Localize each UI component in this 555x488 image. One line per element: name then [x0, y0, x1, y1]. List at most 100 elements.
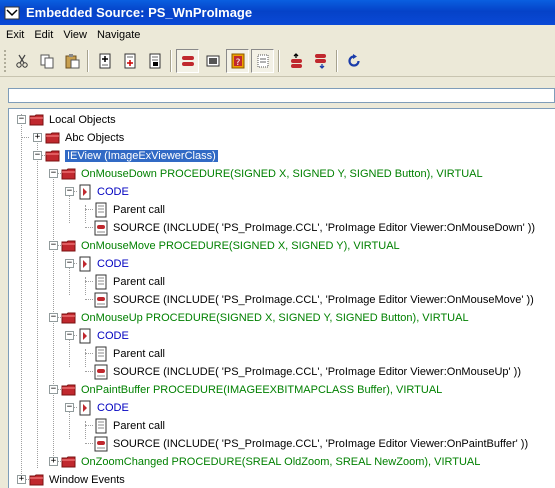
tree-node-on-mouse-move[interactable]: OnMouseMove PROCEDURE(SIGNED X, SIGNED Y… [61, 237, 400, 255]
svg-text:?: ? [235, 58, 240, 68]
tree-node-parent-call[interactable]: Parent call [93, 345, 165, 363]
folder-icon [61, 456, 76, 468]
next-embed-button[interactable] [309, 49, 332, 73]
collapse-toggle[interactable]: − [49, 313, 58, 322]
tree-node-on-mouse-up[interactable]: OnMouseUp PROCEDURE(SIGNED X, SIGNED Y, … [61, 309, 469, 327]
filter-icon [257, 54, 268, 67]
cut-button[interactable] [10, 49, 33, 73]
copy-button[interactable] [35, 49, 58, 73]
code-page-icon [79, 256, 91, 272]
previous-embed-button[interactable] [284, 49, 307, 73]
collapse-toggle[interactable]: − [65, 187, 74, 196]
collapse-toggle[interactable]: − [49, 385, 58, 394]
menu-view[interactable]: View [59, 29, 93, 41]
node-label-selected: IEView (ImageExViewerClass) [65, 150, 218, 162]
title-bar[interactable]: Embedded Source: PS_WnProImage [0, 0, 555, 25]
insert-after-button[interactable] [118, 49, 141, 73]
node-label: SOURCE (INCLUDE( 'PS_ProImage.CCL', 'Pro… [113, 366, 521, 378]
tree-node-source[interactable]: SOURCE (INCLUDE( 'PS_ProImage.CCL', 'Pro… [93, 363, 521, 381]
node-label: Window Events [49, 474, 125, 486]
folder-icon [61, 384, 76, 396]
paste-icon [65, 53, 79, 68]
filter-button[interactable] [251, 48, 274, 73]
red-stack-icon [181, 55, 194, 66]
collapse-toggle[interactable]: − [17, 115, 26, 124]
tree-node-local-objects[interactable]: Local Objects [29, 111, 116, 129]
paste-button[interactable] [60, 49, 83, 73]
collapse-toggle[interactable]: − [65, 403, 74, 412]
toolbar-separator [87, 49, 89, 72]
source-view-button[interactable] [201, 49, 224, 73]
node-label: CODE [97, 258, 129, 270]
scissors-icon [15, 54, 28, 68]
source-view-icon [206, 55, 219, 66]
page-icon [95, 202, 107, 218]
node-label: CODE [97, 402, 129, 414]
insert-child-button[interactable] [143, 49, 166, 73]
tree-node-parent-call[interactable]: Parent call [93, 201, 165, 219]
menu-exit[interactable]: Exit [2, 29, 30, 41]
procedures-button[interactable] [176, 48, 199, 73]
insert-child-icon [149, 53, 160, 68]
tree-node-code[interactable]: CODE [77, 399, 129, 417]
tree-node-ieview[interactable]: IEView (ImageExViewerClass) [45, 147, 218, 165]
tree-node-on-paint-buffer[interactable]: OnPaintBuffer PROCEDURE(IMAGEEXBITMAPCLA… [61, 381, 442, 399]
expand-toggle[interactable]: + [49, 457, 58, 466]
tree-node-window-events[interactable]: Window Events [29, 471, 125, 488]
node-label: SOURCE (INCLUDE( 'PS_ProImage.CCL', 'Pro… [113, 438, 529, 450]
tree-node-code[interactable]: CODE [77, 327, 129, 345]
tree-node-parent-call[interactable]: Parent call [93, 417, 165, 435]
code-page-icon [79, 328, 91, 344]
node-label: Local Objects [49, 114, 116, 126]
expand-toggle[interactable]: + [33, 133, 42, 142]
node-label: OnMouseDown PROCEDURE(SIGNED X, SIGNED Y… [81, 168, 483, 180]
expand-toggle[interactable]: + [17, 475, 26, 484]
folder-icon [45, 150, 60, 162]
toolbar-grip[interactable] [4, 49, 7, 72]
node-label: Parent call [113, 276, 165, 288]
node-label: Abc Objects [65, 132, 125, 144]
source-icon [94, 220, 108, 236]
tree-node-source[interactable]: SOURCE (INCLUDE( 'PS_ProImage.CCL', 'Pro… [93, 291, 534, 309]
window-title: Embedded Source: PS_WnProImage [26, 5, 253, 20]
insert-before-button[interactable] [93, 49, 116, 73]
collapse-toggle[interactable]: − [49, 169, 58, 178]
embed-button[interactable]: ? [226, 48, 249, 73]
tree-node-parent-call[interactable]: Parent call [93, 273, 165, 291]
page-icon [95, 274, 107, 290]
menu-bar: Exit Edit View Navigate [0, 25, 555, 45]
folder-icon [45, 132, 60, 144]
filter-input[interactable] [8, 88, 555, 103]
node-label: OnMouseUp PROCEDURE(SIGNED X, SIGNED Y, … [81, 312, 469, 324]
node-label: CODE [97, 330, 129, 342]
folder-icon [61, 312, 76, 324]
source-icon [94, 364, 108, 380]
insert-after-icon [124, 53, 135, 68]
node-label: OnMouseMove PROCEDURE(SIGNED X, SIGNED Y… [81, 240, 400, 252]
embed-tree[interactable]: − + − − − − − − − − − + + Local Objects … [8, 108, 555, 488]
tree-node-on-mouse-down[interactable]: OnMouseDown PROCEDURE(SIGNED X, SIGNED Y… [61, 165, 483, 183]
tree-node-code[interactable]: CODE [77, 183, 129, 201]
tree-node-source[interactable]: SOURCE (INCLUDE( 'PS_ProImage.CCL', 'Pro… [93, 219, 535, 237]
toolbar-separator [170, 49, 172, 72]
tree-node-code[interactable]: CODE [77, 255, 129, 273]
menu-edit[interactable]: Edit [30, 29, 59, 41]
refresh-button[interactable] [342, 49, 365, 73]
toolbar: ? [0, 45, 555, 77]
toolbar-separator [336, 49, 338, 72]
toolbar-separator [278, 49, 280, 72]
refresh-icon [347, 53, 360, 67]
tree-node-abc-objects[interactable]: Abc Objects [45, 129, 124, 147]
folder-icon [61, 240, 76, 252]
tree-node-source[interactable]: SOURCE (INCLUDE( 'PS_ProImage.CCL', 'Pro… [93, 435, 528, 453]
menu-navigate[interactable]: Navigate [93, 29, 146, 41]
collapse-toggle[interactable]: − [33, 151, 42, 160]
tree-node-on-zoom-changed[interactable]: OnZoomChanged PROCEDURE(SREAL OldZoom, S… [61, 453, 480, 471]
collapse-toggle[interactable]: − [65, 331, 74, 340]
previous-icon [290, 52, 302, 68]
insert-before-icon [99, 53, 110, 68]
collapse-toggle[interactable]: − [65, 259, 74, 268]
copy-icon [40, 54, 53, 68]
folder-icon [61, 168, 76, 180]
collapse-toggle[interactable]: − [49, 241, 58, 250]
